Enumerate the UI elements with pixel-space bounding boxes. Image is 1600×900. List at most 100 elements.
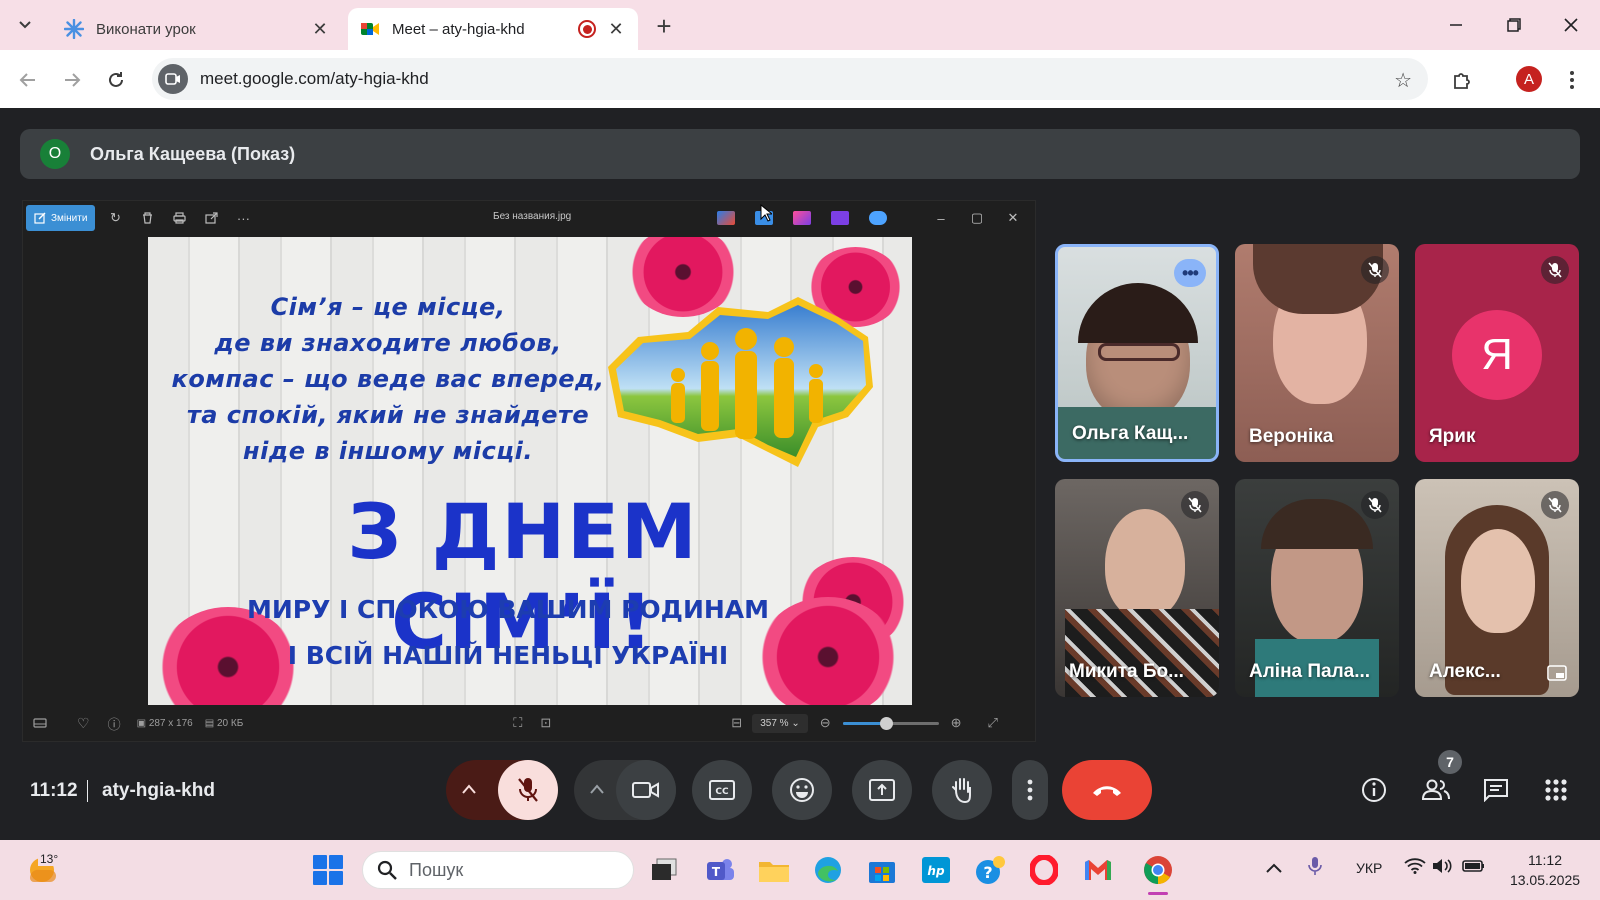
back-button[interactable] xyxy=(12,64,44,96)
camera-toggle-button[interactable] xyxy=(616,760,676,820)
present-screen-button[interactable] xyxy=(852,760,912,820)
tab-lesson[interactable]: Виконати урок ✕ xyxy=(52,8,342,50)
new-tab-button[interactable]: + xyxy=(650,11,678,41)
actual-size-icon[interactable]: ⊡ xyxy=(540,715,551,731)
present-icon xyxy=(869,779,895,801)
myhp-icon[interactable]: hp xyxy=(918,852,954,888)
opera-icon[interactable] xyxy=(1026,852,1062,888)
microphone-toggle-button[interactable] xyxy=(498,760,558,820)
close-icon[interactable]: ✕ xyxy=(310,19,330,39)
teams-icon[interactable]: T xyxy=(702,852,738,888)
chrome-icon[interactable] xyxy=(1140,852,1176,888)
raise-hand-button[interactable] xyxy=(932,760,992,820)
profile-avatar[interactable]: A xyxy=(1516,66,1542,92)
photos-app-icon[interactable] xyxy=(717,211,735,225)
leave-call-button[interactable] xyxy=(1062,760,1152,820)
zoom-in-icon[interactable]: ⊕ xyxy=(951,715,962,731)
activities-button[interactable] xyxy=(1538,772,1574,808)
svg-text:CC: CC xyxy=(715,787,729,797)
battery-icon[interactable] xyxy=(1462,858,1486,877)
show-hidden-icons-chevron-up-icon[interactable] xyxy=(1266,860,1282,876)
microsoft-store-icon[interactable] xyxy=(864,852,900,888)
zoom-out-icon[interactable]: ⊖ xyxy=(820,715,831,731)
minimize-button[interactable] xyxy=(1436,10,1476,40)
filesize-text: 20 КБ xyxy=(216,717,244,729)
fit-icon[interactable]: ⛶ xyxy=(513,715,522,731)
participant-tile[interactable]: Микита Бо... xyxy=(1055,479,1219,697)
participant-hair xyxy=(1078,283,1198,343)
file-explorer-icon[interactable] xyxy=(756,852,792,888)
url-text[interactable]: meet.google.com/aty-hgia-khd xyxy=(200,69,429,89)
divider xyxy=(87,780,88,802)
fullscreen-icon[interactable]: ⤢ xyxy=(988,715,998,731)
rotate-icon[interactable]: ↻ xyxy=(99,205,131,231)
more-options-button[interactable] xyxy=(1012,760,1048,820)
viewer-maximize-icon[interactable]: ▢ xyxy=(961,205,993,231)
tab-meet[interactable]: Meet – aty-hgia-khd ✕ xyxy=(348,8,638,50)
reload-button[interactable] xyxy=(100,64,132,96)
forward-button[interactable] xyxy=(56,64,88,96)
puzzle-icon xyxy=(1454,73,1470,89)
task-view-icon[interactable] xyxy=(646,852,682,888)
filmstrip-icon[interactable] xyxy=(33,718,53,728)
extensions-button[interactable] xyxy=(1446,64,1478,96)
share-icon[interactable] xyxy=(195,205,227,231)
favorite-heart-icon[interactable]: ♡ xyxy=(77,715,90,732)
info-icon[interactable]: ⓘ xyxy=(108,714,121,733)
taskbar-search[interactable]: Пошук xyxy=(362,851,634,889)
chat-button[interactable] xyxy=(1478,772,1514,808)
microphone-tray-icon[interactable] xyxy=(1308,856,1322,879)
viewer-close-icon[interactable]: ✕ xyxy=(997,205,1029,231)
reactions-button[interactable] xyxy=(772,760,832,820)
wifi-icon[interactable] xyxy=(1404,858,1426,877)
mic-off-icon xyxy=(1361,491,1389,519)
participant-shirt xyxy=(1065,609,1219,697)
delete-icon[interactable] xyxy=(131,205,163,231)
arrow-left-icon xyxy=(19,73,35,87)
participant-count-badge: 7 xyxy=(1438,750,1462,774)
restore-button[interactable] xyxy=(1494,10,1534,40)
quote-line: та спокій, який не знайдете xyxy=(186,401,590,429)
designer-app-icon[interactable] xyxy=(793,211,811,225)
captions-button[interactable]: CC xyxy=(692,760,752,820)
edit-button[interactable]: Змінити xyxy=(26,205,96,231)
viewer-minimize-icon[interactable]: – xyxy=(925,205,957,231)
chrome-menu-button[interactable] xyxy=(1556,64,1588,96)
more-horiz-icon[interactable]: ··· xyxy=(227,205,259,231)
participant-tile[interactable]: Алекс... xyxy=(1415,479,1579,697)
zoom-select[interactable]: 357 % ⌄ xyxy=(752,713,808,733)
picture-in-picture-icon[interactable] xyxy=(1547,665,1567,681)
close-window-button[interactable] xyxy=(1551,10,1591,40)
tab-search-button[interactable] xyxy=(8,10,42,40)
input-language[interactable]: УКР xyxy=(1356,860,1382,876)
participant-tile[interactable]: Аліна Пала... xyxy=(1235,479,1399,697)
volume-icon[interactable] xyxy=(1432,858,1454,877)
bookmark-star-icon[interactable]: ☆ xyxy=(1394,68,1412,93)
participant-more-button[interactable]: ••• xyxy=(1174,259,1206,287)
clipchamp-app-icon[interactable] xyxy=(831,211,849,225)
participant-tile[interactable]: Вероніка xyxy=(1235,244,1399,462)
gmail-icon[interactable] xyxy=(1080,852,1116,888)
participant-tile[interactable]: ••• Ольга Кащ... xyxy=(1055,244,1219,462)
close-icon[interactable]: ✕ xyxy=(606,19,626,39)
onedrive-icon[interactable] xyxy=(869,211,887,225)
info-icon xyxy=(1362,778,1386,802)
system-time: 11:12 xyxy=(1528,852,1562,868)
restore-icon xyxy=(1507,18,1521,32)
zoom-slider[interactable] xyxy=(842,716,939,730)
meeting-details-button[interactable] xyxy=(1356,772,1392,808)
aspect-icon[interactable]: ⊟ xyxy=(731,715,742,731)
meet-logo-icon xyxy=(361,23,379,35)
windows-start-icon[interactable] xyxy=(312,854,344,886)
address-bar[interactable]: meet.google.com/aty-hgia-khd ☆ xyxy=(152,58,1428,100)
help-tips-icon[interactable]: ? xyxy=(972,852,1008,888)
site-info-icon[interactable] xyxy=(158,64,188,94)
zoom-slider-thumb[interactable] xyxy=(879,716,893,730)
search-placeholder: Пошук xyxy=(409,859,464,880)
participant-tile[interactable]: Я Ярик xyxy=(1415,244,1579,462)
edge-icon[interactable] xyxy=(810,852,846,888)
system-clock[interactable]: 11:12 13.05.2025 xyxy=(1500,850,1590,890)
print-icon[interactable] xyxy=(163,205,195,231)
tab-strip: Виконати урок ✕ Meet – aty-hgia-khd ✕ + xyxy=(0,0,1600,50)
people-button[interactable] xyxy=(1418,772,1454,808)
